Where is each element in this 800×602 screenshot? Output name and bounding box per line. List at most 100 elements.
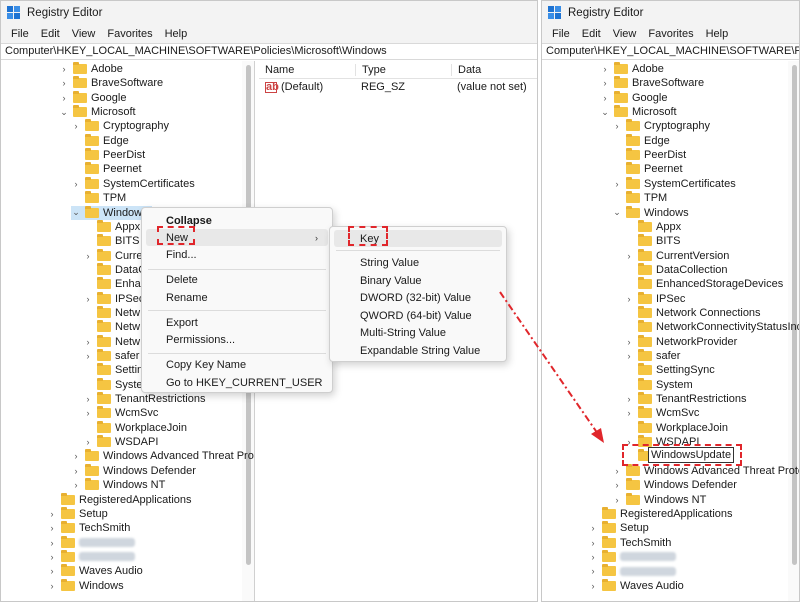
tree-item[interactable]: Peernet — [71, 162, 142, 176]
chevron-right-icon[interactable]: › — [83, 392, 93, 406]
chevron-down-icon[interactable]: ⌄ — [600, 105, 610, 119]
chevron-right-icon[interactable]: › — [47, 536, 57, 550]
tree-item[interactable]: › WSDAPI — [83, 435, 158, 449]
tree-item[interactable]: WorkplaceJoin — [624, 420, 728, 435]
tree-item[interactable]: › TenantRestrictions — [83, 392, 206, 406]
tree-item[interactable]: › Windows Advanced Threat Protec — [71, 449, 254, 463]
chevron-right-icon[interactable]: › — [47, 564, 57, 578]
submenu-item-string-value[interactable]: String Value — [330, 254, 506, 271]
tree-item[interactable]: › Setup — [47, 506, 108, 521]
chevron-right-icon[interactable]: › — [588, 521, 598, 535]
tree-item[interactable]: › Windows NT — [612, 492, 706, 507]
tree-item[interactable]: › IPSec — [624, 291, 685, 306]
chevron-right-icon[interactable]: › — [47, 507, 57, 521]
tree-item[interactable]: › Cryptography — [71, 119, 169, 133]
tree-item[interactable]: › Google — [600, 90, 667, 105]
rename-key-input[interactable]: WindowsUpdate — [648, 447, 734, 463]
chevron-right-icon[interactable]: › — [588, 550, 598, 564]
chevron-right-icon[interactable]: › — [71, 119, 81, 133]
tree-item[interactable]: › safer — [624, 349, 680, 363]
chevron-right-icon[interactable]: › — [71, 464, 81, 478]
tree-item[interactable]: ⌄ Microsoft — [59, 105, 136, 119]
chevron-right-icon[interactable]: › — [588, 579, 598, 593]
tree-item[interactable]: ⌄ Windows — [71, 205, 152, 220]
tree-item[interactable]: › WcmSvc — [83, 406, 158, 420]
chevron-right-icon[interactable]: › — [612, 119, 622, 133]
menu-item-find[interactable]: Find... — [142, 246, 332, 263]
tree-item[interactable]: ⌄ Windows — [612, 205, 689, 220]
tree-item[interactable]: SettingSync — [624, 363, 715, 377]
menu-item-delete[interactable]: Delete — [142, 271, 332, 288]
chevron-right-icon[interactable]: › — [83, 406, 93, 420]
chevron-right-icon[interactable]: › — [71, 177, 81, 191]
chevron-right-icon[interactable]: › — [624, 435, 634, 449]
chevron-right-icon[interactable]: › — [624, 406, 634, 420]
tree-item[interactable]: › — [588, 549, 676, 564]
chevron-right-icon[interactable]: › — [624, 335, 634, 349]
menu-item-rename[interactable]: Rename — [142, 289, 332, 306]
tree-item[interactable]: Edge — [612, 133, 670, 148]
chevron-right-icon[interactable]: › — [47, 550, 57, 564]
tree-item[interactable]: › Windows Advanced Threat Protec — [612, 463, 799, 478]
chevron-right-icon[interactable]: › — [624, 249, 634, 263]
menu-item-collapse[interactable]: Collapse — [142, 212, 332, 229]
menu-view[interactable]: View — [66, 28, 102, 40]
tree-item[interactable]: › TenantRestrictions — [624, 392, 747, 406]
address-bar[interactable]: Computer\HKEY_LOCAL_MACHINE\SOFTWARE\Pol… — [542, 43, 799, 60]
menu-edit[interactable]: Edit — [576, 28, 607, 40]
tree-item[interactable]: RegisteredApplications — [47, 492, 192, 507]
value-row-default[interactable]: ab (Default) REG_SZ (value not set) — [259, 79, 537, 95]
title-bar[interactable]: Registry Editor — [542, 1, 799, 25]
registry-tree[interactable]: › Adobe › BraveSoftware › Google ⌄ Microsoft › Cr… — [542, 61, 799, 601]
tree-item[interactable]: BITS — [624, 234, 680, 248]
submenu-item-dword-value[interactable]: DWORD (32-bit) Value — [330, 289, 506, 306]
chevron-right-icon[interactable]: › — [47, 579, 57, 593]
tree-item[interactable]: Network Connections — [624, 305, 761, 320]
tree-item[interactable]: Peernet — [612, 162, 683, 176]
tree-item[interactable]: › Waves Audio — [47, 564, 143, 578]
menu-file[interactable]: File — [546, 28, 576, 40]
submenu-item-key[interactable]: Key — [334, 230, 502, 247]
menu-file[interactable]: File — [5, 28, 35, 40]
chevron-right-icon[interactable]: › — [612, 493, 622, 507]
menu-favorites[interactable]: Favorites — [101, 28, 158, 40]
chevron-right-icon[interactable]: › — [83, 435, 93, 449]
tree-item[interactable]: › Windows NT — [71, 478, 165, 492]
tree-item[interactable]: System — [624, 377, 693, 392]
tree-item[interactable]: WorkplaceJoin — [83, 420, 187, 435]
tree-item[interactable]: Enhan — [83, 277, 147, 291]
tree-item[interactable]: › TechSmith — [588, 535, 671, 550]
tree-item[interactable]: BITS — [83, 234, 139, 248]
tree-item[interactable]: TPM — [71, 191, 126, 205]
tree-item[interactable]: › CurrentVersion — [624, 248, 729, 263]
tree-item[interactable]: › Curre — [83, 248, 143, 263]
tree-item[interactable]: Syster — [83, 377, 146, 392]
chevron-right-icon[interactable]: › — [612, 177, 622, 191]
chevron-down-icon[interactable]: ⌄ — [71, 206, 81, 220]
tree-item[interactable]: DataC — [83, 262, 146, 277]
menu-help[interactable]: Help — [159, 28, 194, 40]
tree-item[interactable]: › Setup — [588, 521, 649, 535]
tree-item[interactable]: › — [47, 535, 135, 550]
tree-item[interactable]: › WcmSvc — [624, 406, 699, 420]
chevron-right-icon[interactable]: › — [588, 564, 598, 578]
column-type[interactable]: Type — [355, 63, 451, 76]
scrollbar-thumb[interactable] — [792, 65, 797, 565]
chevron-right-icon[interactable]: › — [612, 464, 622, 478]
tree-item[interactable]: › safer — [83, 349, 139, 363]
chevron-right-icon[interactable]: › — [83, 292, 93, 306]
tree-item[interactable]: RegisteredApplications — [588, 506, 733, 521]
menu-item-go-to-hkcu[interactable]: Go to HKEY_CURRENT_USER — [142, 374, 332, 391]
menu-item-new[interactable]: New › — [146, 229, 328, 246]
chevron-right-icon[interactable]: › — [83, 249, 93, 263]
tree-item[interactable]: Settin — [83, 363, 143, 377]
tree-item[interactable]: NetworkConnectivityStatusInd — [624, 320, 799, 334]
title-bar[interactable]: Registry Editor — [1, 1, 537, 25]
chevron-right-icon[interactable]: › — [47, 521, 57, 535]
chevron-right-icon[interactable]: › — [71, 449, 81, 463]
tree-item[interactable]: TPM — [612, 191, 667, 205]
menu-item-copy-key-name[interactable]: Copy Key Name — [142, 356, 332, 373]
menu-help[interactable]: Help — [700, 28, 735, 40]
menu-item-permissions[interactable]: Permissions... — [142, 331, 332, 348]
tree-item[interactable]: Edge — [71, 133, 129, 148]
